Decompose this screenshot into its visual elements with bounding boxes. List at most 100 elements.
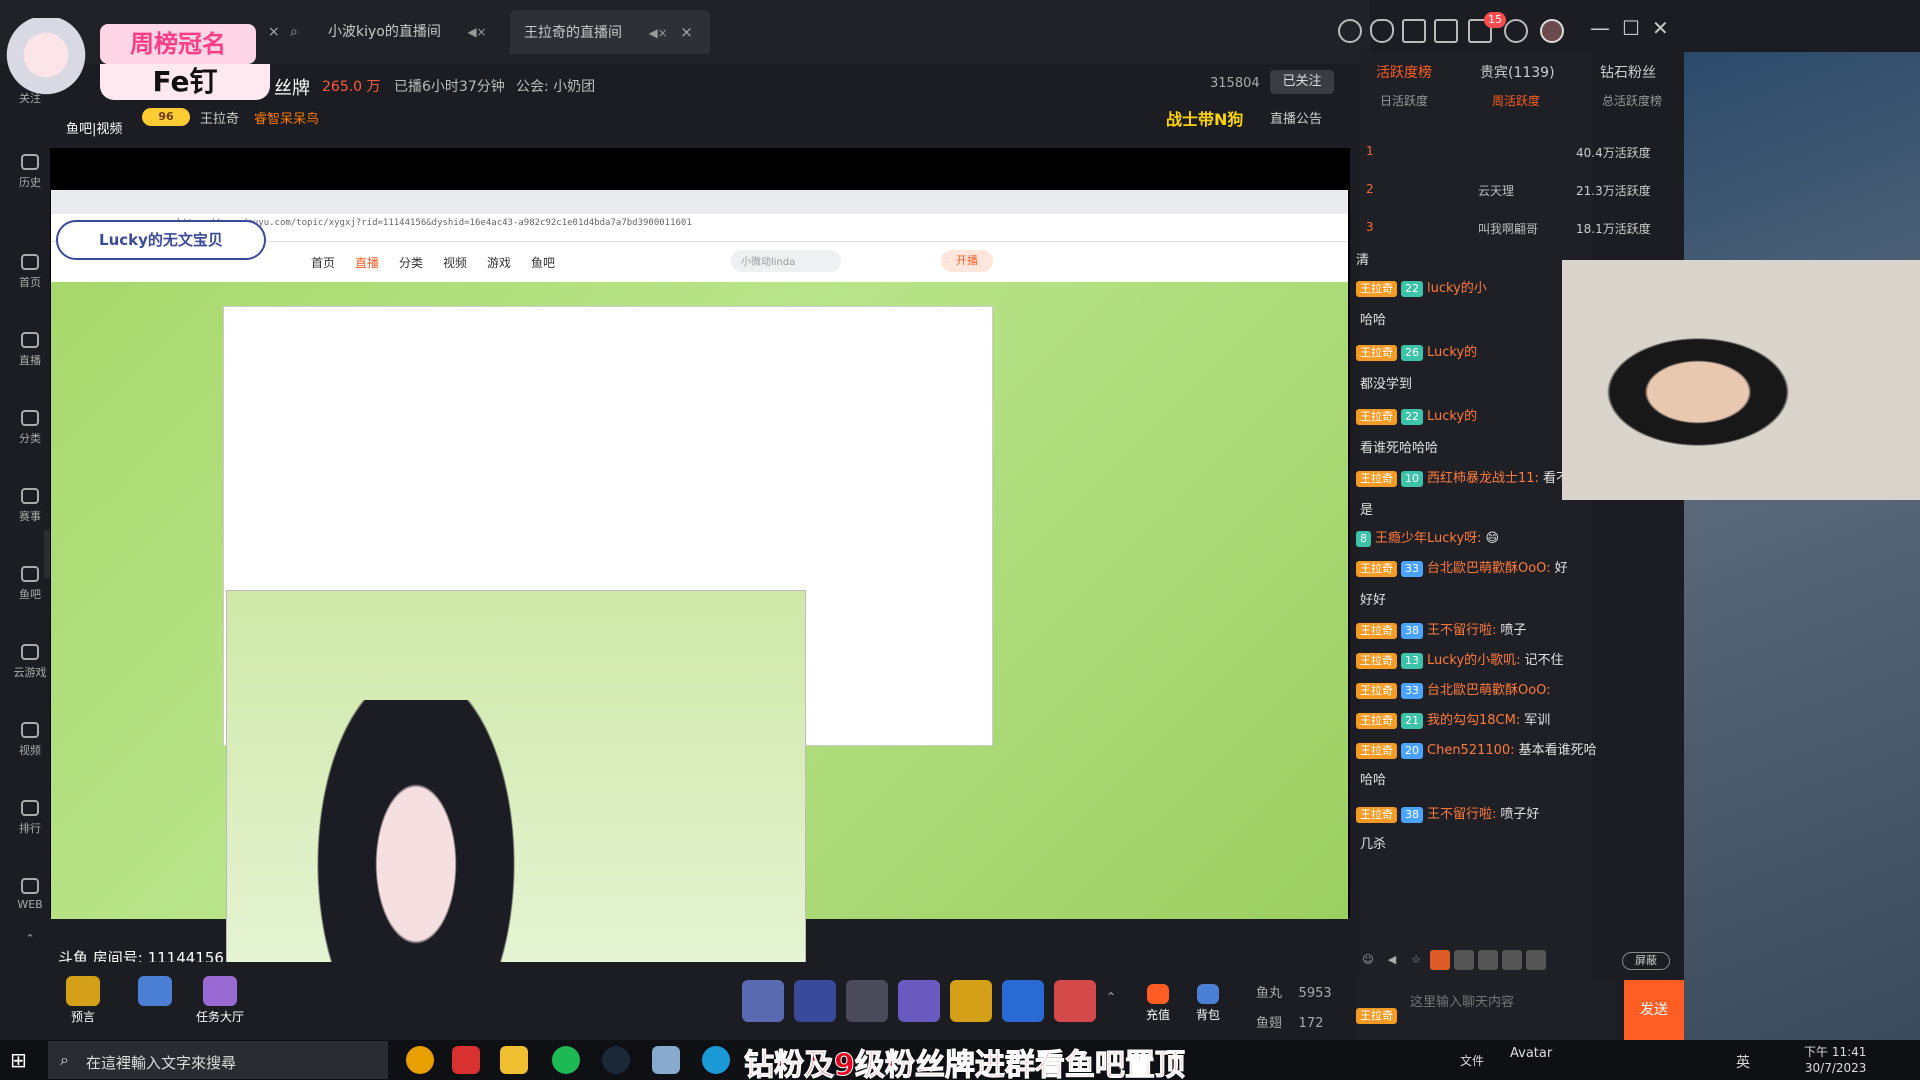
gift-icon	[138, 976, 172, 1006]
taskbar-avatar-folder[interactable]: Avatar	[1510, 1046, 1552, 1061]
sidebar-item-live[interactable]: 直播	[10, 332, 50, 368]
calendar-icon[interactable]	[1402, 19, 1426, 43]
shield-button[interactable]: 屏蔽	[1622, 952, 1670, 970]
chat-username[interactable]: 台北歐巴萌歡酥OoO:	[1427, 561, 1551, 576]
tab-diamond-fans[interactable]: 钻石粉丝	[1600, 62, 1656, 82]
close-icon[interactable]: ×	[268, 18, 280, 46]
sidebar-item-label: 云游戏	[13, 666, 47, 679]
chat-username[interactable]: 台北歐巴萌歡酥OoO:	[1427, 683, 1551, 698]
history-icon[interactable]	[1338, 19, 1362, 43]
close-window-icon[interactable]: ✕	[1652, 16, 1669, 40]
gift-item[interactable]	[794, 980, 836, 1022]
subtab-total[interactable]: 总活跃度榜	[1602, 92, 1662, 109]
yuba-video-link[interactable]: 鱼吧|视频	[66, 118, 122, 137]
chat-input[interactable]	[1410, 990, 1610, 1014]
sidebar-item-web[interactable]: WEB	[10, 878, 50, 911]
live-icon	[21, 332, 39, 348]
minimize-icon[interactable]: —	[1590, 16, 1610, 40]
chat-username[interactable]: lucky的小	[1427, 281, 1487, 296]
sidebar-item-cloud-game[interactable]: 云游戏	[10, 644, 50, 680]
megaphone-icon[interactable]: ◀	[1382, 950, 1402, 970]
barrage-style-icon[interactable]	[1526, 950, 1546, 970]
app-icon[interactable]	[702, 1046, 730, 1074]
subtab-weekly[interactable]: 周活跃度	[1492, 92, 1540, 109]
chat-text: 哈哈	[1360, 773, 1387, 788]
chrome-icon[interactable]	[406, 1046, 434, 1074]
app-icon[interactable]	[652, 1046, 680, 1074]
maximize-icon[interactable]: ☐	[1622, 16, 1640, 40]
tab-xiaobo[interactable]: 小波kiyo的直播间 ◀×	[328, 18, 487, 46]
chat-username[interactable]: Lucky的小歌叽:	[1427, 653, 1521, 668]
nav-home: 首页	[311, 256, 336, 270]
collapse-up-icon[interactable]: ⌃	[10, 932, 50, 945]
followed-button[interactable]: 已关注	[1270, 70, 1334, 94]
clock[interactable]: 下午 11:41 30/7/2023	[1804, 1044, 1866, 1076]
star-icon[interactable]: ☆	[1406, 950, 1426, 970]
steam-icon[interactable]	[602, 1046, 630, 1074]
search-icon[interactable]: ⌕	[290, 18, 298, 46]
settings-icon[interactable]	[1504, 19, 1528, 43]
expand-gifts-icon[interactable]: ⌃	[1106, 990, 1116, 1004]
sidebar-item-home[interactable]: 首页	[10, 254, 50, 290]
rank-row[interactable]: 2 云天理 21.3万活跃度	[1360, 174, 1660, 208]
emoji-icon[interactable]: ☺	[1358, 950, 1378, 970]
chat-message: 好好	[1356, 592, 1676, 610]
tab-wanglaqi[interactable]: 王拉奇的直播间 ◀× ×	[524, 18, 693, 46]
gift-box-button[interactable]	[138, 976, 172, 1008]
chat-username[interactable]: 王不留行啦:	[1427, 807, 1496, 822]
sidebar-item-rank[interactable]: 排行	[10, 800, 50, 836]
prophecy-button[interactable]: 预言	[66, 976, 100, 1025]
mute-icon[interactable]: ◀×	[467, 25, 486, 39]
chat-username[interactable]: 西红柿暴龙战士11:	[1427, 471, 1539, 486]
file-explorer-icon[interactable]	[500, 1046, 528, 1074]
chat-text: 好	[1554, 561, 1568, 576]
sidebar-item-history[interactable]: 历史	[10, 154, 50, 190]
chat-username[interactable]: Lucky的	[1427, 409, 1477, 424]
send-button[interactable]: 发送	[1624, 980, 1684, 1040]
sidebar-item-video[interactable]: 视频	[10, 722, 50, 758]
announcement-link[interactable]: 直播公告	[1270, 108, 1322, 127]
chat-username[interactable]: 王不留行啦:	[1427, 623, 1496, 638]
chat-username[interactable]: 我的勾勾18CM:	[1427, 713, 1520, 728]
taskbar-file-label[interactable]: 文件	[1460, 1052, 1484, 1069]
guild-label[interactable]: 公会: 小奶团	[516, 76, 595, 96]
input-language[interactable]: 英	[1736, 1052, 1750, 1072]
rank-row[interactable]: 1 40.4万活跃度	[1360, 136, 1660, 170]
shirt-icon[interactable]	[1434, 19, 1458, 43]
subtab-daily[interactable]: 日活跃度	[1380, 92, 1428, 109]
gift-item[interactable]	[846, 980, 888, 1022]
barrage-style-icon[interactable]	[1430, 950, 1450, 970]
heart-icon[interactable]	[1370, 19, 1394, 43]
chat-username[interactable]: Lucky的	[1427, 345, 1477, 360]
gift-item[interactable]	[898, 980, 940, 1022]
gift-item[interactable]	[950, 980, 992, 1022]
barrage-style-icon[interactable]	[1502, 950, 1522, 970]
weekly-rank-title: 周榜冠名	[100, 24, 256, 64]
backpack-button[interactable]: 背包	[1196, 984, 1220, 1023]
anime-avatar	[6, 18, 86, 106]
chat-username[interactable]: 王瘾少年Lucky呀:	[1375, 531, 1482, 546]
rank-row[interactable]: 3 叫我啊翩哥 18.1万活跃度	[1360, 212, 1660, 246]
host-name[interactable]: 王拉奇	[200, 108, 239, 127]
chat-username[interactable]: Chen521100:	[1427, 743, 1515, 758]
gift-item[interactable]	[1054, 980, 1096, 1022]
task-hall-button[interactable]: 任务大厅	[196, 976, 244, 1025]
tab-activity-rank[interactable]: 活跃度榜	[1376, 62, 1432, 82]
avatar[interactable]	[1540, 19, 1564, 43]
douyu-icon[interactable]	[452, 1046, 480, 1074]
gift-item[interactable]	[1002, 980, 1044, 1022]
sidebar-item-category[interactable]: 分类	[10, 410, 50, 446]
sidebar-item-label: 分类	[19, 432, 41, 445]
warrior-badge[interactable]: 战士带N狗	[1166, 106, 1243, 130]
tab-vip[interactable]: 贵宾(1139)	[1480, 62, 1555, 82]
recharge-button[interactable]: 充值	[1146, 984, 1170, 1023]
barrage-style-icon[interactable]	[1454, 950, 1474, 970]
fish-icon	[21, 566, 39, 582]
mute-icon[interactable]: ◀×	[648, 26, 667, 40]
close-tab-icon[interactable]: ×	[680, 23, 693, 41]
windows-start-icon[interactable]: ⊞	[10, 1048, 34, 1072]
sidebar-item-esports[interactable]: 赛事	[10, 488, 50, 524]
gift-item[interactable]	[742, 980, 784, 1022]
barrage-style-icon[interactable]	[1478, 950, 1498, 970]
spotify-icon[interactable]	[552, 1046, 580, 1074]
